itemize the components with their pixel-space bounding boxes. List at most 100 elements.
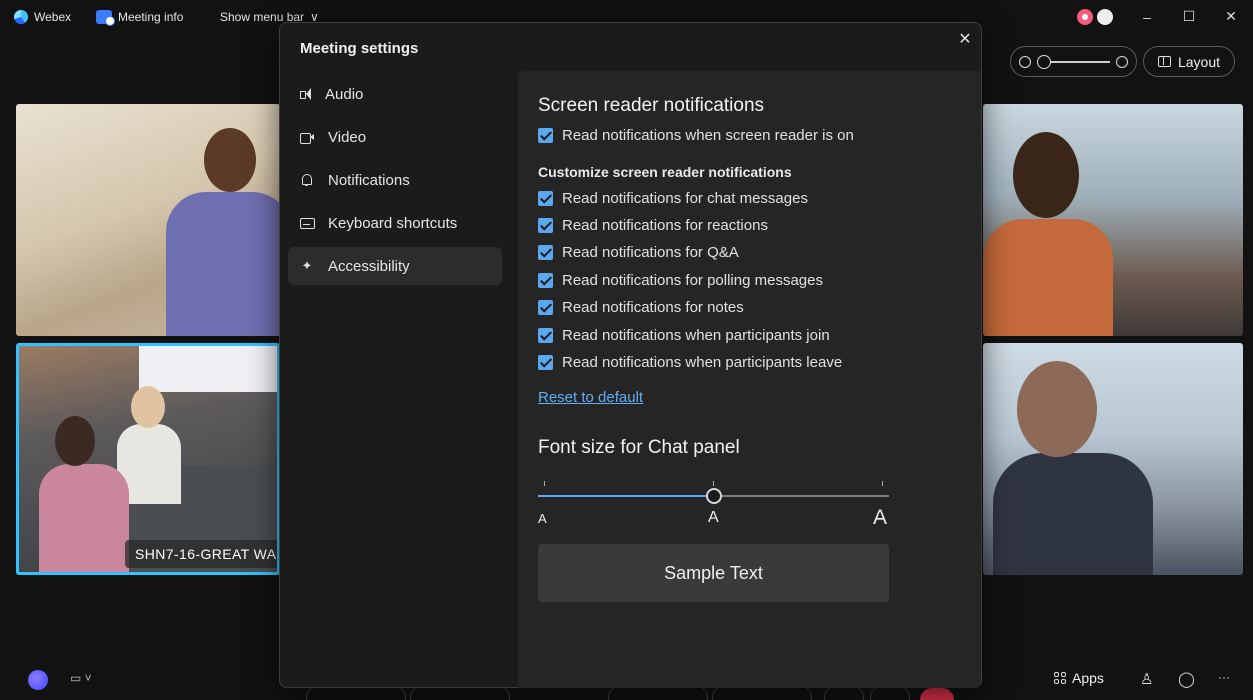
- close-window-button[interactable]: ✕: [1223, 8, 1239, 25]
- zoom-out-icon[interactable]: [1019, 55, 1031, 68]
- screen-reader-master-checkbox[interactable]: Read notifications when screen reader is…: [538, 127, 854, 144]
- toolbar-button[interactable]: [870, 686, 910, 700]
- checkbox-polling[interactable]: Read notifications for polling messages: [538, 272, 823, 289]
- meeting-info-button[interactable]: Meeting info: [96, 10, 184, 26]
- participant-video: [1017, 361, 1097, 457]
- minimize-button[interactable]: –: [1139, 9, 1155, 25]
- video-tile-1[interactable]: [16, 104, 280, 336]
- reset-to-default-link[interactable]: Reset to default: [538, 389, 643, 406]
- chat-icon[interactable]: ◯: [1178, 670, 1195, 688]
- meeting-info-icon: [96, 10, 115, 26]
- room-screen: [139, 346, 277, 392]
- tile-name-label: SHN7-16-GREAT WA: [125, 540, 277, 568]
- participant-video: [1013, 132, 1079, 218]
- checkbox-checked[interactable]: [538, 273, 553, 288]
- checkbox-label: Read notifications for reactions: [562, 217, 768, 234]
- slider-tick: [882, 481, 883, 486]
- link-icon[interactable]: [1097, 8, 1113, 25]
- webex-app-button[interactable]: Webex: [14, 10, 71, 24]
- meeting-info-label: Meeting info: [118, 10, 184, 24]
- dialog-title: Meeting settings: [300, 40, 419, 57]
- participant-video: [166, 192, 280, 336]
- recording-icon[interactable]: [1077, 8, 1093, 25]
- meeting-settings-dialog: Meeting settings ✕ Audio Video Notificat…: [279, 22, 982, 688]
- keyboard-icon: [300, 216, 315, 230]
- checkbox-checked[interactable]: [538, 300, 553, 315]
- slider-tick: [713, 481, 714, 486]
- section-title: Screen reader notifications: [538, 95, 765, 116]
- participant-video: [204, 128, 256, 192]
- video-tile-room[interactable]: SHN7-16-GREAT WA: [16, 343, 280, 575]
- checkbox-reactions[interactable]: Read notifications for reactions: [538, 217, 768, 234]
- window-controls: – ☐ ✕: [1077, 8, 1239, 25]
- nav-item-audio[interactable]: Audio: [288, 75, 502, 113]
- checkbox-participants-join[interactable]: Read notifications when participants joi…: [538, 327, 830, 344]
- zoom-slider-handle[interactable]: [1037, 54, 1051, 69]
- checkbox-checked[interactable]: [538, 245, 553, 260]
- checkbox-label: Read notifications when participants lea…: [562, 354, 843, 371]
- participants-icon[interactable]: ♙: [1140, 670, 1153, 688]
- checkbox-label: Read notifications for Q&A: [562, 244, 739, 261]
- webex-logo-icon: [14, 10, 28, 24]
- checkbox-label: Read notifications when participants joi…: [562, 327, 830, 344]
- checkbox-checked[interactable]: [538, 128, 553, 143]
- checkbox-checked[interactable]: [538, 328, 553, 343]
- nav-item-label: Notifications: [328, 171, 410, 189]
- layout-label: Layout: [1177, 53, 1221, 70]
- ai-assistant-icon[interactable]: [28, 670, 48, 690]
- toolbar-button[interactable]: [410, 686, 510, 700]
- apps-button[interactable]: Apps: [1054, 670, 1104, 686]
- captions-button[interactable]: ▭ ˅: [70, 671, 92, 685]
- slider-handle[interactable]: [706, 488, 722, 504]
- accessibility-icon: ✦: [301, 258, 313, 273]
- nav-item-notifications[interactable]: Notifications: [288, 161, 502, 199]
- nav-item-label: Accessibility: [328, 257, 410, 275]
- font-size-slider[interactable]: A A A: [538, 481, 889, 531]
- checkbox-participants-leave[interactable]: Read notifications when participants lea…: [538, 354, 842, 371]
- checkbox-qa[interactable]: Read notifications for Q&A: [538, 244, 739, 261]
- toolbar-button[interactable]: [712, 686, 812, 700]
- layout-icon: [1157, 56, 1171, 67]
- participant-video: [993, 453, 1153, 575]
- speaker-icon: [300, 88, 311, 100]
- nav-item-keyboard-shortcuts[interactable]: Keyboard shortcuts: [288, 204, 502, 242]
- bell-icon: [300, 173, 314, 187]
- nav-item-video[interactable]: Video: [288, 118, 502, 156]
- close-dialog-button[interactable]: ✕: [956, 29, 974, 49]
- checkbox-checked[interactable]: [538, 355, 553, 370]
- accessibility-panel: Screen reader notifications Read notific…: [518, 71, 981, 688]
- nav-item-label: Audio: [325, 85, 364, 103]
- checkbox-label: Read notifications for polling messages: [562, 272, 823, 289]
- participant-video: [983, 219, 1113, 336]
- participant-video: [131, 386, 165, 428]
- zoom-in-icon[interactable]: [1116, 55, 1128, 68]
- zoom-slider[interactable]: [1037, 54, 1110, 69]
- font-size-title: Font size for Chat panel: [538, 437, 740, 458]
- participant-video: [55, 416, 95, 466]
- layout-button[interactable]: Layout: [1143, 46, 1235, 77]
- slider-fill: [538, 495, 714, 497]
- status-indicators: [1077, 8, 1113, 25]
- toolbar-button[interactable]: [306, 686, 406, 700]
- maximize-button[interactable]: ☐: [1181, 8, 1197, 25]
- slider-tick: [544, 481, 545, 486]
- slider-label-medium: A: [708, 509, 719, 526]
- nav-item-accessibility[interactable]: ✦ Accessibility: [288, 247, 502, 285]
- video-tile-4[interactable]: [983, 343, 1243, 575]
- checkbox-checked[interactable]: [538, 191, 553, 206]
- checkbox-notes[interactable]: Read notifications for notes: [538, 299, 744, 316]
- checkbox-chat-messages[interactable]: Read notifications for chat messages: [538, 190, 808, 207]
- app-name: Webex: [34, 10, 72, 24]
- toolbar-button[interactable]: [608, 686, 708, 700]
- video-tile-3[interactable]: [983, 104, 1243, 336]
- apps-grid-icon: [1054, 672, 1066, 684]
- nav-item-label: Video: [328, 128, 367, 146]
- leave-meeting-button[interactable]: [920, 688, 954, 700]
- more-options-icon[interactable]: ···: [1218, 670, 1230, 684]
- customize-subtitle: Customize screen reader notifications: [538, 164, 792, 180]
- webex-meeting-window: Webex Meeting info Show menu bar ∨ – ☐ ✕: [0, 0, 1253, 700]
- toolbar-button[interactable]: [824, 686, 864, 700]
- zoom-control[interactable]: [1010, 46, 1137, 77]
- checkbox-checked[interactable]: [538, 218, 553, 233]
- apps-label: Apps: [1072, 670, 1104, 686]
